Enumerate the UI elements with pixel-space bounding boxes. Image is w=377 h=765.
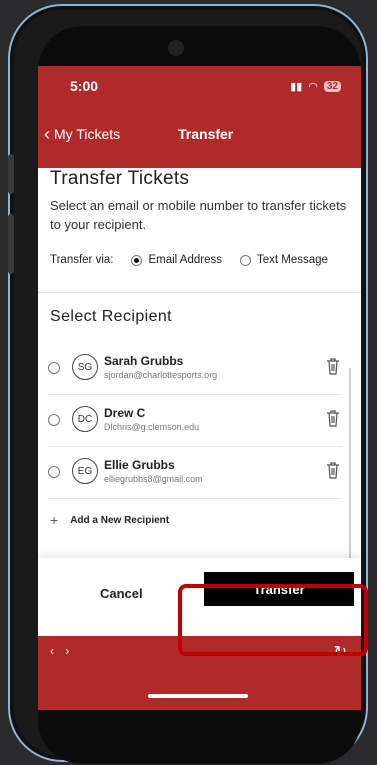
recipient-email: elliegrubbs8@gmail.com [104,474,203,484]
wifi-icon: ◠ [308,81,318,93]
recipient-row[interactable]: EG Ellie Grubbs elliegrubbs8@gmail.com [48,448,342,499]
back-button[interactable]: ‹ My Tickets [44,124,121,144]
recipient-email: Dlchris@g.clemson.edu [104,422,200,432]
trash-icon[interactable] [324,356,342,376]
app-header: 5:00 ▮▮ ◠ 32 ‹ My Tickets Transfer [38,66,361,168]
signal-icon: ▮▮ [290,81,303,93]
avatar: DC [72,406,98,432]
recipient-name: Sarah Grubbs [104,354,184,368]
trash-icon[interactable] [324,408,342,428]
recipient-name: Drew C [104,406,146,420]
nav-arrows-icon[interactable]: ‹ › [50,644,73,658]
page-title: Transfer Tickets [50,168,190,189]
nav-row: ‹ My Tickets Transfer [38,124,361,148]
highlight-box [178,584,368,656]
status-bar: 5:00 ▮▮ ◠ 32 [38,78,361,98]
cancel-button[interactable]: Cancel [100,586,143,601]
add-recipient-label: Add a New Recipient [70,514,170,526]
recipient-radio[interactable] [48,414,60,426]
radio-email[interactable] [131,254,143,266]
camera [168,40,184,56]
divider [38,292,361,293]
recipient-radio[interactable] [48,466,60,478]
radio-text[interactable] [240,254,251,266]
via-text-label[interactable]: Text Message [257,254,328,266]
avatar: SG [72,354,98,380]
via-label: Transfer via: [50,254,114,266]
page-description: Select an email or mobile number to tran… [50,198,347,232]
add-recipient-button[interactable]: + Add a New Recipient [50,512,169,528]
section-title: Select Recipient [50,308,173,325]
back-label: My Tickets [54,126,121,142]
volume-button [8,154,14,194]
volume-button [8,214,14,274]
status-time: 5:00 [70,78,99,94]
plus-icon: + [50,512,59,528]
via-email-label[interactable]: Email Address [148,254,222,266]
phone-frame: 5:00 ▮▮ ◠ 32 ‹ My Tickets Transfer Trans… [8,4,368,764]
recipient-radio[interactable] [48,362,60,374]
nav-title: Transfer [178,126,234,142]
recipient-row[interactable]: DC Drew C Dlchris@g.clemson.edu [48,396,342,447]
chevron-left-icon: ‹ [44,124,50,144]
recipient-email: sjordan@charlottesports.org [104,370,218,380]
battery-icon: 32 [323,81,341,92]
recipient-name: Ellie Grubbs [104,458,175,472]
recipient-row[interactable]: SG Sarah Grubbs sjordan@charlottesports.… [48,344,342,395]
avatar: EG [72,458,98,484]
trash-icon[interactable] [324,460,342,480]
home-indicator[interactable] [148,694,248,698]
transfer-via-group: Transfer via: Email Address Text Message [50,254,328,266]
